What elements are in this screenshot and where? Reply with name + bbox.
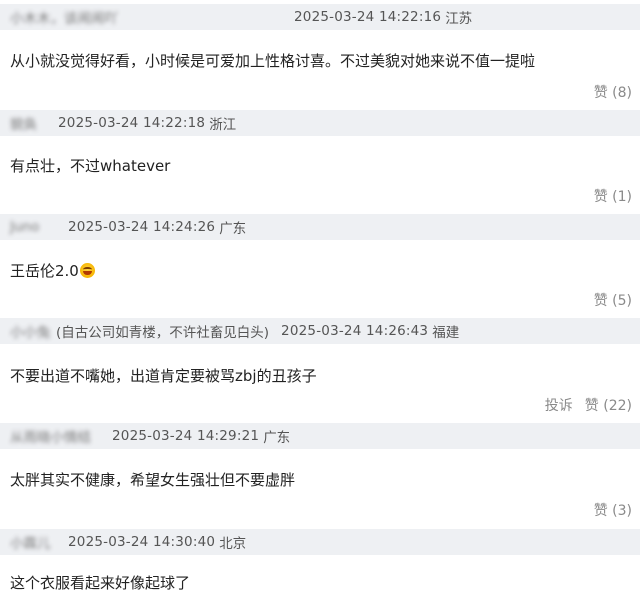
like-button[interactable]: 赞 (1)	[594, 186, 632, 206]
comment-timestamp: 2025-03-24 14:29:21	[112, 428, 260, 444]
comment-location: 广东	[219, 221, 247, 237]
like-button[interactable]: 赞 (3)	[594, 500, 632, 520]
comment-location: 福建	[432, 325, 460, 341]
like-button[interactable]: 赞 (22)	[585, 395, 632, 415]
comment-text: 这个衣服看起来好像起球了	[10, 574, 191, 592]
comment-text: 从小就没觉得好看，小时候是可爱加上性格讨喜。不过美貌对她来说不值一提啦	[10, 52, 536, 70]
report-button[interactable]: 投诉	[545, 395, 573, 415]
comment-text: 太胖其实不健康，希望女生强壮但不要虚胖	[10, 471, 296, 489]
comment-username[interactable]: 小木木，该闹闹吖	[10, 7, 272, 27]
comment-header: Juno 2025-03-24 14:24:26 广东	[0, 214, 640, 240]
comment-actions: 赞 (5)	[594, 290, 632, 310]
comment-header: 从雨晓小情结 2025-03-24 14:29:21 广东	[0, 423, 640, 449]
comment-location: 北京	[219, 536, 247, 552]
comment-header: 小木木，该闹闹吖 2025-03-24 14:22:16 江苏	[0, 4, 640, 30]
comment-text: 有点壮，不过whatever	[10, 157, 171, 175]
comment-username[interactable]: 小霖儿	[10, 532, 56, 552]
comment-timestamp: 2025-03-24 14:22:16	[294, 9, 442, 25]
comment-username[interactable]: 貌奂	[10, 113, 46, 133]
comment-actions: 赞 (8)	[594, 82, 632, 102]
laughing-emoji-icon	[79, 263, 95, 278]
comment-timestamp: 2025-03-24 14:22:18	[58, 115, 206, 131]
comment-username[interactable]: 从雨晓小情结	[10, 426, 100, 446]
comment-timestamp: 2025-03-24 14:26:43	[281, 323, 429, 339]
comment-text: 不要出道不嘴她，出道肯定要被骂zbj的丑孩子	[10, 367, 317, 385]
comment-user-note: (自古公司如青楼，不许社畜见白头)	[56, 325, 270, 341]
comment-header: 小小兔 (自古公司如青楼，不许社畜见白头) 2025-03-24 14:26:4…	[0, 318, 640, 344]
comment-feed: 小木木，该闹闹吖 2025-03-24 14:22:16 江苏 从小就没觉得好看…	[0, 0, 640, 593]
comment-text-content: 王岳伦2.0	[10, 262, 79, 280]
comment-location: 江苏	[445, 11, 473, 27]
comment-actions: 赞 (1)	[594, 186, 632, 206]
comment-actions: 赞 (3)	[594, 500, 632, 520]
comment-text: 王岳伦2.0	[10, 260, 95, 281]
like-button[interactable]: 赞 (5)	[594, 290, 632, 310]
comment-location: 广东	[263, 430, 291, 446]
comment-header: 貌奂 2025-03-24 14:22:18 浙江	[0, 110, 640, 136]
like-button[interactable]: 赞 (8)	[594, 82, 632, 102]
comment-timestamp: 2025-03-24 14:24:26	[68, 219, 216, 235]
comment-actions: 投诉 赞 (22)	[545, 395, 632, 415]
comment-header: 小霖儿 2025-03-24 14:30:40 北京	[0, 529, 640, 555]
comment-username[interactable]: 小小兔	[10, 321, 52, 341]
comment-location: 浙江	[209, 117, 237, 133]
comment-username[interactable]: Juno	[10, 219, 56, 235]
comment-timestamp: 2025-03-24 14:30:40	[68, 534, 216, 550]
